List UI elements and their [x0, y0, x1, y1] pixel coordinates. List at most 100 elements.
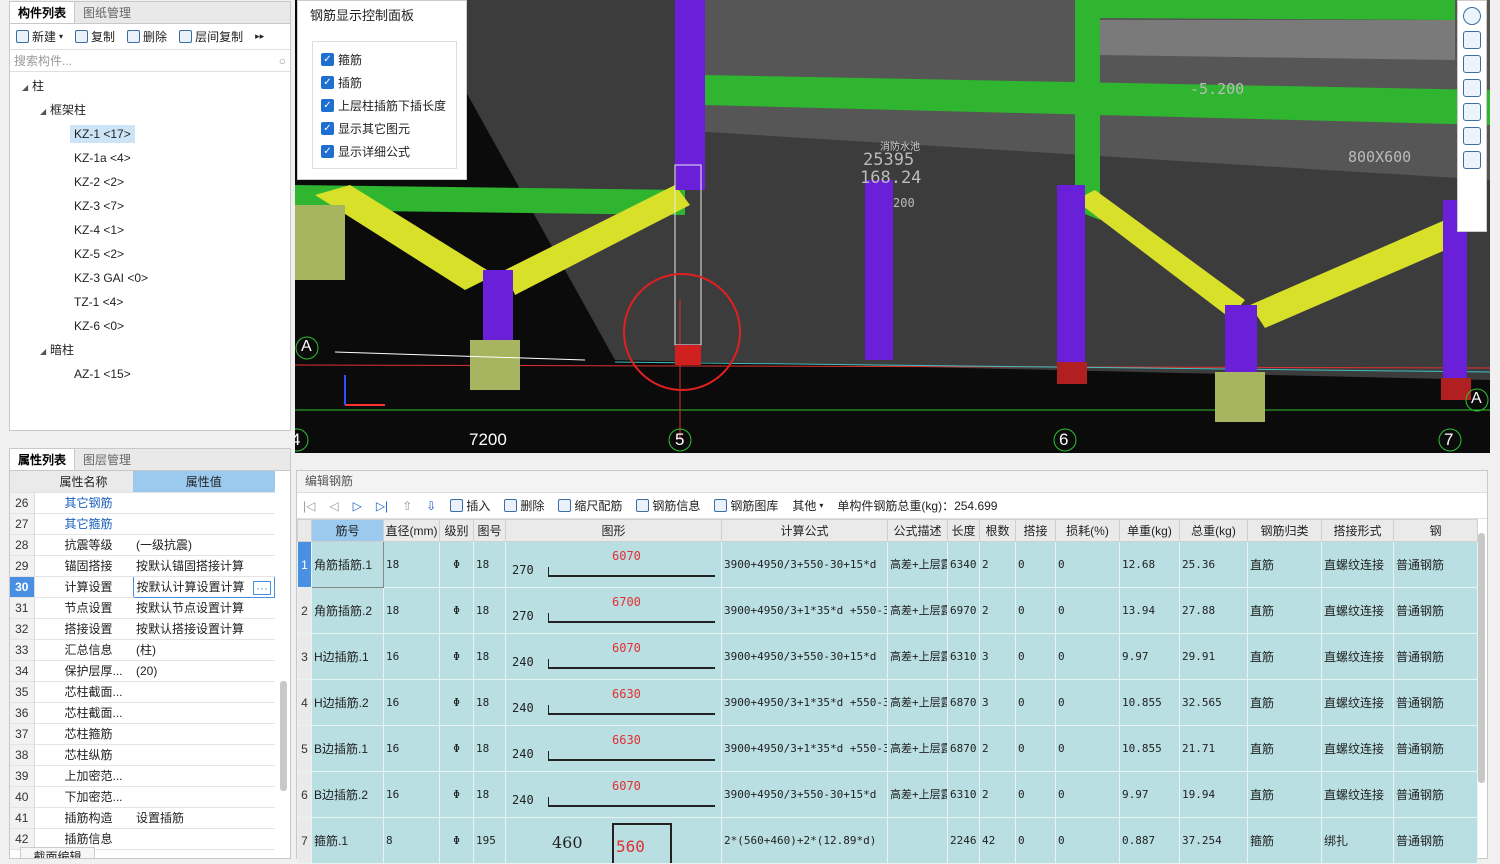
loss[interactable]: 0: [1055, 541, 1120, 588]
property-row[interactable]: 34 保护层厚... (20): [10, 660, 275, 682]
unit-weight[interactable]: 9.97: [1119, 771, 1180, 818]
count[interactable]: 3: [979, 633, 1016, 680]
formula-desc[interactable]: 高差+上层露出长...: [887, 633, 948, 680]
option-show-formula[interactable]: ✓ 显示详细公式: [321, 140, 448, 163]
property-value[interactable]: 按默认锚固搭接计算: [133, 555, 275, 577]
option-stirrup[interactable]: ✓ 箍筋: [321, 48, 448, 71]
unit-weight[interactable]: 13.94: [1119, 587, 1180, 634]
loss[interactable]: 0: [1055, 633, 1120, 680]
rebar-type[interactable]: 普通钢筋: [1393, 587, 1478, 634]
rebar-row[interactable]: 4 H边插筋.2 16 Φ 18 240 6630 3900+4950/3+1*35*d +5…: [297, 679, 1478, 726]
figure-no[interactable]: 18: [473, 771, 506, 818]
property-value[interactable]: 按默认计算设置计算 ···: [132, 575, 275, 598]
diameter[interactable]: 16: [383, 633, 440, 680]
property-value[interactable]: (柱): [133, 639, 275, 661]
lap[interactable]: 0: [1015, 541, 1056, 588]
length[interactable]: 6870: [947, 725, 980, 772]
tree-item[interactable]: KZ-6 <0>: [10, 314, 290, 338]
formula[interactable]: 3900+4950/3+1*35*d +550-30+15*d: [721, 679, 888, 726]
lap[interactable]: 0: [1015, 725, 1056, 772]
new-button[interactable]: 新建 ▾: [16, 28, 63, 45]
rebar-name[interactable]: B边插筋.1: [311, 725, 384, 772]
lap[interactable]: 0: [1015, 817, 1056, 864]
property-value[interactable]: [133, 765, 275, 787]
total-weight-cell[interactable]: 29.91: [1179, 633, 1248, 680]
property-row[interactable]: 41 插筋构造 设置插筋: [10, 807, 275, 829]
property-row[interactable]: 35 芯柱截面...: [10, 681, 275, 703]
property-value[interactable]: [133, 513, 275, 535]
lap-type[interactable]: 直螺纹连接: [1321, 633, 1394, 680]
grade[interactable]: Φ: [439, 679, 474, 726]
property-value[interactable]: 按默认节点设置计算: [133, 597, 275, 619]
column-header[interactable]: 图号: [473, 519, 506, 542]
diameter[interactable]: 16: [383, 725, 440, 772]
property-value[interactable]: (一级抗震): [133, 534, 275, 556]
figure-no[interactable]: 195: [473, 817, 506, 864]
length[interactable]: 2246: [947, 817, 980, 864]
property-value[interactable]: [133, 786, 275, 808]
unit-weight[interactable]: 0.887: [1119, 817, 1180, 864]
tree-item[interactable]: TZ-1 <4>: [10, 290, 290, 314]
lap[interactable]: 0: [1015, 771, 1056, 818]
column-header[interactable]: 钢筋归类: [1247, 519, 1322, 542]
grade[interactable]: Φ: [439, 817, 474, 864]
scale-rebar-button[interactable]: 缩尺配筋: [558, 497, 622, 514]
grade[interactable]: Φ: [439, 541, 474, 588]
loss[interactable]: 0: [1055, 679, 1120, 726]
floor-copy-button[interactable]: 层间复制: [179, 28, 243, 45]
rebar-category[interactable]: 直筋: [1247, 587, 1322, 634]
column-header[interactable]: 总重(kg): [1179, 519, 1248, 542]
formula-desc[interactable]: 高差+上层露出长...: [887, 725, 948, 772]
search-icon[interactable]: ○: [279, 54, 286, 68]
formula-desc[interactable]: [887, 817, 948, 864]
property-row[interactable]: 42 插筋信息: [10, 828, 275, 850]
length[interactable]: 6970: [947, 587, 980, 634]
column-header[interactable]: 根数: [979, 519, 1016, 542]
lap-type[interactable]: 绑扎: [1321, 817, 1394, 864]
delete-button[interactable]: 删除: [127, 28, 167, 45]
figure-no[interactable]: 18: [473, 679, 506, 726]
property-row[interactable]: 27 其它箍筋: [10, 513, 275, 535]
property-value[interactable]: [133, 723, 275, 745]
count[interactable]: 2: [979, 587, 1016, 634]
unit-weight[interactable]: 10.855: [1119, 725, 1180, 772]
other-menu[interactable]: 其他 ▾: [792, 497, 823, 514]
rebar-category[interactable]: 箍筋: [1247, 817, 1322, 864]
column-header[interactable]: 搭接形式: [1321, 519, 1394, 542]
property-value[interactable]: (20): [133, 660, 275, 682]
property-value[interactable]: 设置插筋: [133, 807, 275, 829]
tab-drawing-manage[interactable]: 图纸管理: [75, 2, 139, 23]
column-header[interactable]: 公式描述: [887, 519, 948, 542]
rebar-row[interactable]: 3 H边插筋.1 16 Φ 18 240 6070 3900+4950/3+550-30+15…: [297, 633, 1478, 680]
grade[interactable]: Φ: [439, 633, 474, 680]
property-value[interactable]: [133, 828, 275, 850]
option-upper-dowel-length[interactable]: ✓ 上层柱插筋下插长度: [321, 94, 448, 117]
tab-layer-manage[interactable]: 图层管理: [75, 449, 139, 470]
count[interactable]: 3: [979, 679, 1016, 726]
rebar-name[interactable]: B边插筋.2: [311, 771, 384, 818]
table-scrollbar[interactable]: [1478, 533, 1485, 783]
component-search[interactable]: 搜索构件... ○: [10, 50, 290, 72]
total-weight-cell[interactable]: 25.36: [1179, 541, 1248, 588]
formula-desc[interactable]: 高差+上层露出长...: [887, 771, 948, 818]
figure-no[interactable]: 18: [473, 541, 506, 588]
prev-icon[interactable]: ◁: [329, 499, 338, 513]
orbit-icon[interactable]: [1463, 7, 1481, 25]
rebar-name[interactable]: 角筋插筋.1: [311, 541, 384, 588]
rebar-name[interactable]: 角筋插筋.2: [311, 587, 384, 634]
diameter[interactable]: 8: [383, 817, 440, 864]
tree-item[interactable]: KZ-3 <7>: [10, 194, 290, 218]
property-value[interactable]: [133, 681, 275, 703]
count[interactable]: 2: [979, 771, 1016, 818]
3d-box-icon[interactable]: [1463, 55, 1481, 73]
column-header[interactable]: 计算公式: [721, 519, 888, 542]
formula[interactable]: 3900+4950/3+550-30+15*d: [721, 633, 888, 680]
lap[interactable]: 0: [1015, 587, 1056, 634]
formula-desc[interactable]: 高差+上层露出长...: [887, 679, 948, 726]
rebar-category[interactable]: 直筋: [1247, 541, 1322, 588]
formula[interactable]: 3900+4950/3+550-30+15*d: [721, 771, 888, 818]
tree-node-column[interactable]: ◢ 柱: [10, 74, 290, 98]
tree-item[interactable]: KZ-1 <17>: [10, 122, 290, 146]
rebar-info-button[interactable]: 钢筋信息: [636, 497, 700, 514]
column-header[interactable]: 钢: [1393, 519, 1478, 542]
